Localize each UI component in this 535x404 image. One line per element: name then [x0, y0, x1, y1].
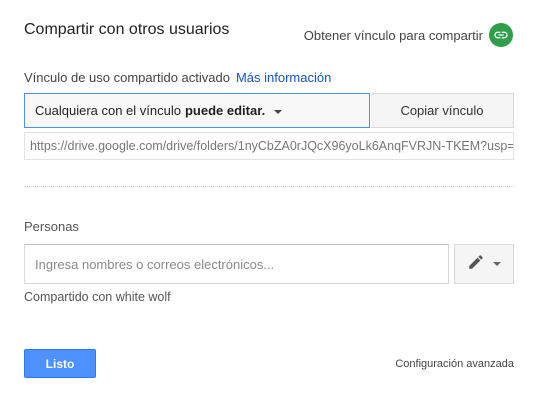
- done-button[interactable]: Listo: [24, 349, 96, 378]
- link-sharing-status: Vínculo de uso compartido activado Más in…: [24, 70, 331, 85]
- more-info-link[interactable]: Más información: [236, 70, 331, 85]
- shared-with-text: Compartido con white wolf: [24, 290, 171, 304]
- share-dialog: Compartir con otros usuarios Obtener vín…: [0, 0, 535, 404]
- get-shareable-link-label: Obtener vínculo para compartir: [303, 27, 483, 43]
- link-permission-dropdown[interactable]: Cualquiera con el vínculo puede editar.: [24, 93, 370, 128]
- advanced-settings-link[interactable]: Configuración avanzada: [395, 358, 514, 370]
- get-shareable-link-button[interactable]: Obtener vínculo para compartir: [304, 23, 513, 47]
- section-divider: [24, 186, 514, 187]
- link-permission-value: puede editar.: [184, 103, 266, 118]
- link-sharing-status-text: Vínculo de uso compartido activado: [24, 70, 230, 85]
- dialog-title: Compartir con otros usuarios: [24, 21, 230, 38]
- link-icon[interactable]: [489, 23, 513, 47]
- caret-down-icon: [274, 109, 283, 114]
- people-section-label: Personas: [24, 219, 79, 234]
- copy-link-button[interactable]: Copiar vínculo: [371, 93, 514, 128]
- people-permission-button[interactable]: [454, 244, 514, 284]
- caret-down-icon: [493, 262, 501, 266]
- pencil-icon: [467, 253, 485, 276]
- link-permission-prefix: Cualquiera con el vínculo: [35, 103, 181, 118]
- share-url-field[interactable]: https://drive.google.com/drive/folders/1…: [24, 132, 514, 160]
- people-input[interactable]: [24, 244, 449, 284]
